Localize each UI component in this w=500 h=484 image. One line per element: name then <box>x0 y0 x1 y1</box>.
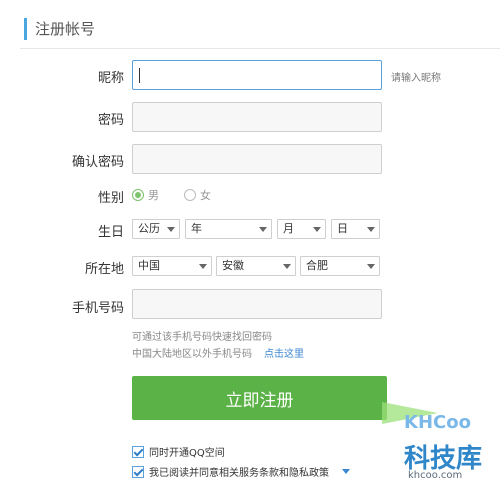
header-divider <box>20 48 500 49</box>
birth-month-value: 月 <box>283 222 294 235</box>
terms-option[interactable]: 我已阅读并同意相关服务条款和隐私政策 <box>132 464 350 479</box>
terms-option-label: 我已阅读并同意相关服务条款和隐私政策 <box>149 468 329 479</box>
checkbox-checked-icon[interactable] <box>132 445 144 458</box>
chevron-down-icon <box>199 264 207 269</box>
text-caret <box>139 68 140 83</box>
city-value: 合肥 <box>306 259 328 272</box>
gender-female-option[interactable]: 女 <box>184 187 211 203</box>
phone-overseas-tip: 中国大陆地区以外手机号码 点击这里 <box>132 345 304 360</box>
watermark-logo: KHCoo <box>404 412 471 433</box>
qzone-option[interactable]: 同时开通QQ空间 <box>132 444 225 459</box>
phone-tip: 可通过该手机号码快速找回密码 <box>132 332 272 343</box>
chevron-down-icon[interactable] <box>342 469 350 474</box>
province-value: 安徽 <box>222 259 244 272</box>
phone-overseas-text: 中国大陆地区以外手机号码 <box>132 349 252 360</box>
gender-female-label: 女 <box>200 189 211 202</box>
password-input[interactable] <box>132 102 382 132</box>
birth-year-value: 年 <box>191 222 202 235</box>
chevron-down-icon <box>367 264 375 269</box>
chevron-down-icon <box>313 227 321 232</box>
birth-month-select[interactable]: 月 <box>277 219 326 239</box>
birth-day-value: 日 <box>337 222 348 235</box>
gender-label: 性别 <box>97 191 124 206</box>
nickname-hint: 请输入昵称 <box>391 73 441 84</box>
password-label: 密码 <box>97 113 124 128</box>
watermark: KHCoo 科技库 khcoo.com <box>378 398 500 484</box>
section-header: 注册帐号 <box>24 18 95 40</box>
birth-year-select[interactable]: 年 <box>185 219 272 239</box>
phone-label: 手机号码 <box>71 301 124 316</box>
page-title: 注册帐号 <box>35 20 96 38</box>
country-select[interactable]: 中国 <box>132 256 212 276</box>
chevron-down-icon <box>367 227 375 232</box>
country-value: 中国 <box>138 259 160 272</box>
gender-male-label: 男 <box>148 189 159 202</box>
calendar-type-value: 公历 <box>138 222 160 235</box>
checkbox-checked-icon[interactable] <box>132 465 144 478</box>
nickname-label: 昵称 <box>97 71 124 86</box>
confirm-password-input[interactable] <box>132 144 382 174</box>
qzone-option-label: 同时开通QQ空间 <box>149 448 225 459</box>
nickname-input[interactable] <box>132 60 382 90</box>
confirm-password-label: 确认密码 <box>71 155 124 170</box>
birth-day-select[interactable]: 日 <box>331 219 380 239</box>
location-label: 所在地 <box>84 262 124 277</box>
calendar-type-select[interactable]: 公历 <box>132 219 180 239</box>
radio-unchecked-icon[interactable] <box>184 189 196 201</box>
chevron-down-icon <box>259 227 267 232</box>
birthday-label: 生日 <box>97 225 124 240</box>
watermark-url: khcoo.com <box>408 470 463 481</box>
phone-input[interactable] <box>132 289 382 319</box>
chevron-down-icon <box>283 264 291 269</box>
province-select[interactable]: 安徽 <box>216 256 296 276</box>
radio-checked-icon[interactable] <box>132 189 144 201</box>
chevron-down-icon <box>167 227 175 232</box>
register-button[interactable]: 立即注册 <box>132 376 387 420</box>
gender-male-option[interactable]: 男 <box>132 187 159 203</box>
city-select[interactable]: 合肥 <box>300 256 380 276</box>
overseas-phone-link[interactable]: 点击这里 <box>264 349 304 360</box>
